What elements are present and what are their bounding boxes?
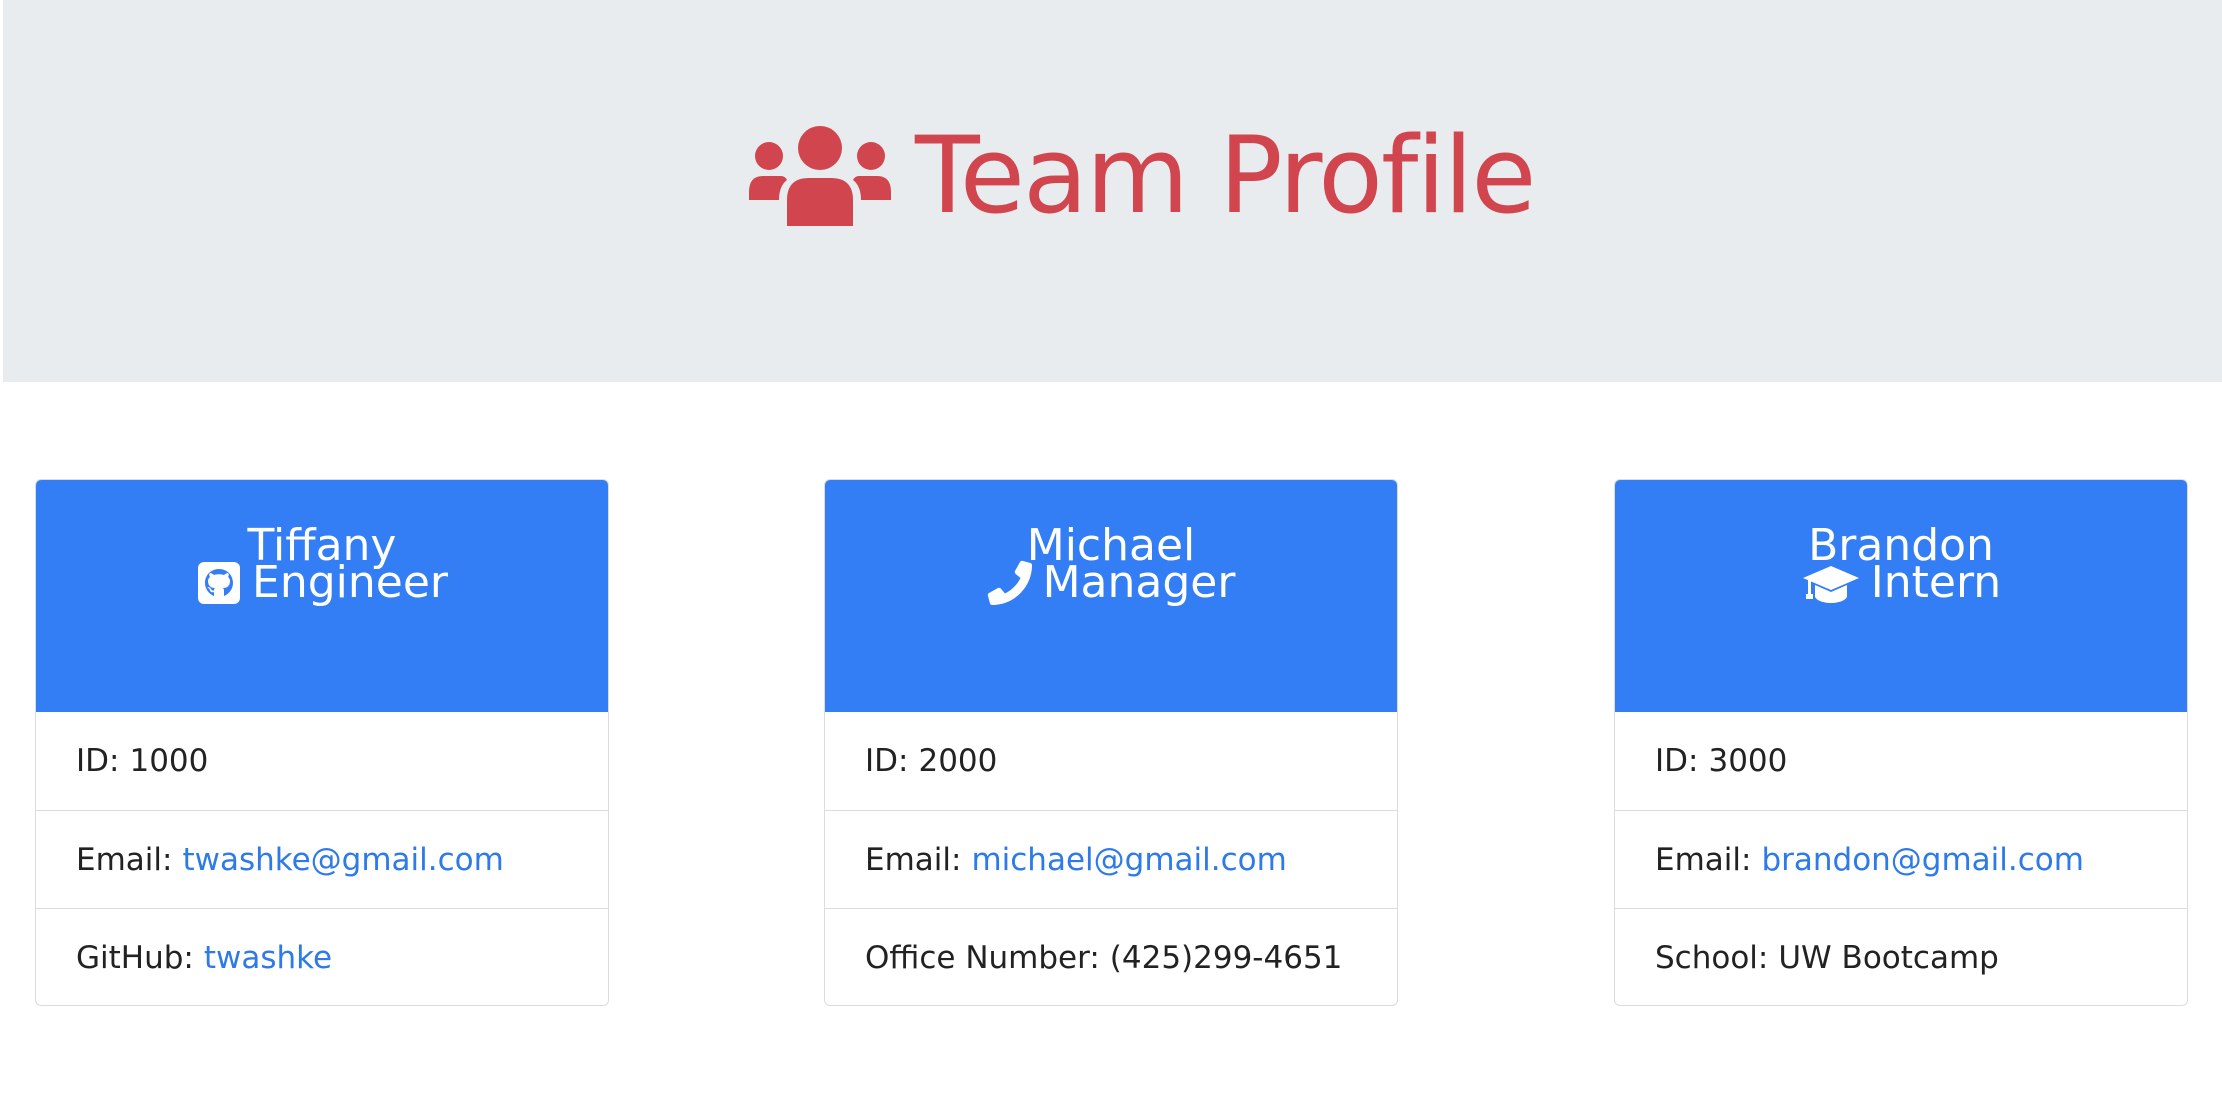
employee-card: Tiffany Engineer ID: 1000 Email: twashke… (35, 479, 609, 1006)
office-number-label: Office Number: (865, 939, 1100, 976)
employee-role: Engineer (36, 560, 608, 606)
id-label: ID: (76, 743, 120, 779)
employee-role-label: Intern (1870, 557, 2002, 608)
employee-details: ID: 3000 Email: brandon@gmail.com School… (1615, 712, 2187, 1005)
users-icon (749, 126, 891, 226)
employee-github: GitHub: twashke (36, 908, 608, 1005)
employee-name: Michael (1026, 520, 1196, 571)
id-label: ID: (1655, 743, 1699, 779)
github-label: GitHub: (76, 939, 194, 976)
employee-name: Brandon (1808, 520, 1994, 571)
github-link[interactable]: twashke (204, 940, 332, 976)
id-value: 3000 (1708, 743, 1788, 779)
email-link[interactable]: michael@gmail.com (971, 842, 1286, 878)
school-value: UW Bootcamp (1778, 939, 1999, 976)
school-label: School: (1655, 939, 1769, 976)
email-label: Email: (865, 841, 962, 878)
card-header: Tiffany Engineer (36, 480, 608, 712)
phone-icon (987, 560, 1033, 606)
github-icon (196, 560, 242, 606)
id-value: 1000 (129, 743, 209, 779)
id-value: 2000 (918, 743, 998, 779)
employee-role-label: Engineer (252, 557, 448, 608)
card-header: Michael Manager (825, 480, 1397, 712)
header-banner: Team Profile (3, 0, 2222, 382)
id-label: ID: (865, 743, 909, 779)
email-label: Email: (76, 841, 173, 878)
employee-role: Manager (825, 560, 1397, 606)
employee-email: Email: brandon@gmail.com (1615, 810, 2187, 908)
employee-card: Brandon Intern ID: 3000 Email: brandon@g… (1614, 479, 2188, 1006)
employee-email: Email: michael@gmail.com (825, 810, 1397, 908)
employee-id: ID: 1000 (36, 712, 608, 810)
office-number-value: (425)299-4651 (1109, 939, 1343, 976)
employee-email: Email: twashke@gmail.com (36, 810, 608, 908)
employee-id: ID: 2000 (825, 712, 1397, 810)
employee-details: ID: 2000 Email: michael@gmail.com Office… (825, 712, 1397, 1005)
email-label: Email: (1655, 841, 1752, 878)
graduation-cap-icon (1801, 560, 1861, 606)
email-link[interactable]: brandon@gmail.com (1761, 842, 2084, 878)
employee-role: Intern (1615, 560, 2187, 606)
page-title: Team Profile (749, 106, 1536, 246)
employee-details: ID: 1000 Email: twashke@gmail.com GitHub… (36, 712, 608, 1005)
employee-card: Michael Manager ID: 2000 Email: michael@… (824, 479, 1398, 1006)
email-link[interactable]: twashke@gmail.com (182, 842, 503, 878)
page-title-text: Team Profile (915, 114, 1536, 237)
employee-id: ID: 3000 (1615, 712, 2187, 810)
employee-role-label: Manager (1042, 557, 1236, 608)
employee-school: School: UW Bootcamp (1615, 908, 2187, 1005)
employee-name: Tiffany (247, 520, 397, 571)
employee-office-number: Office Number: (425)299-4651 (825, 908, 1397, 1005)
card-header: Brandon Intern (1615, 480, 2187, 712)
